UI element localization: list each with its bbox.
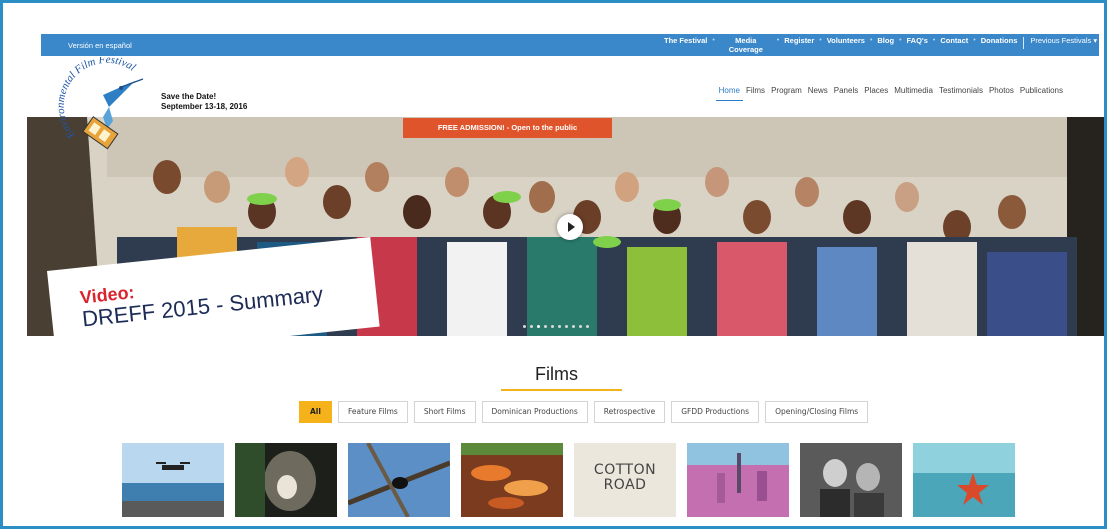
film-thumb-bird-on-branch[interactable] xyxy=(348,443,450,517)
slider-dot[interactable] xyxy=(579,325,582,328)
filter-gfdd-productions[interactable]: GFDD Productions xyxy=(671,401,760,423)
previous-festivals-dropdown[interactable]: Previous Festivals ▾ xyxy=(1030,34,1097,46)
films-heading: Films xyxy=(535,364,578,384)
save-date-line2: September 13-18, 2016 xyxy=(161,102,248,111)
film-thumb-cotton-road-poster[interactable]: COTTON ROAD xyxy=(574,443,676,517)
top-nav-media-coverage[interactable]: Media Coverage xyxy=(720,34,772,54)
nav-photos[interactable]: Photos xyxy=(986,86,1017,101)
festival-logo[interactable]: Environmental Film Festival xyxy=(51,54,161,167)
nav-testimonials[interactable]: Testimonials xyxy=(936,86,986,101)
separator-icon: • xyxy=(869,37,873,44)
top-nav-donations[interactable]: Donations xyxy=(981,34,1018,46)
main-nav: Home Films Program News Panels Places Mu… xyxy=(715,86,1066,101)
film-thumb-starfish-underwater[interactable] xyxy=(913,443,1015,517)
nav-panels[interactable]: Panels xyxy=(831,86,861,101)
save-date-line1: Save the Date! xyxy=(161,92,217,101)
nav-multimedia[interactable]: Multimedia xyxy=(891,86,936,101)
separator-icon: • xyxy=(712,37,715,44)
top-bar: Versión en español The Festival • Media … xyxy=(41,34,1099,56)
top-nav-faqs[interactable]: FAQ's xyxy=(907,34,928,46)
film-thumb-children-portrait[interactable] xyxy=(800,443,902,517)
filter-retrospective[interactable]: Retrospective xyxy=(593,401,666,423)
spanish-version-link[interactable]: Versión en español xyxy=(68,41,132,50)
top-nav: The Festival • Media Coverage • Register… xyxy=(664,34,1097,56)
filter-opening-closing-films[interactable]: Opening/Closing Films xyxy=(765,401,869,423)
nav-program[interactable]: Program xyxy=(768,86,805,101)
filter-short-films[interactable]: Short Films xyxy=(413,401,476,423)
play-icon[interactable] xyxy=(557,214,583,240)
cotton-road-text: COTTON ROAD xyxy=(593,462,657,493)
save-the-date: Save the Date! September 13-18, 2016 xyxy=(161,92,247,112)
top-nav-contact[interactable]: Contact xyxy=(940,34,968,46)
nav-news[interactable]: News xyxy=(805,86,831,101)
previous-festivals-label: Previous Festivals xyxy=(1030,36,1092,45)
nav-places[interactable]: Places xyxy=(861,86,891,101)
top-nav-register[interactable]: Register xyxy=(784,34,814,46)
nav-films[interactable]: Films xyxy=(743,86,768,101)
browser-frame: Versión en español The Festival • Media … xyxy=(0,0,1107,529)
slider-dot[interactable] xyxy=(544,325,547,328)
slider-dot[interactable] xyxy=(558,325,561,328)
divider xyxy=(1023,37,1025,49)
separator-icon: • xyxy=(973,37,976,44)
slider-dot[interactable] xyxy=(523,325,526,328)
nav-publications[interactable]: Publications xyxy=(1017,86,1066,101)
separator-icon: • xyxy=(899,37,902,44)
nav-home[interactable]: Home xyxy=(715,86,743,101)
slider-dot[interactable] xyxy=(565,325,568,328)
chevron-down-icon: ▾ xyxy=(1093,36,1098,45)
top-nav-festival[interactable]: The Festival xyxy=(664,34,707,46)
separator-icon: • xyxy=(776,37,780,44)
slider-dot[interactable] xyxy=(530,325,533,328)
separator-icon: • xyxy=(932,37,936,44)
film-thumb-drone-over-sea[interactable] xyxy=(122,443,224,517)
separator-icon: • xyxy=(819,37,822,44)
free-admission-banner[interactable]: FREE ADMISSION! - Open to the public xyxy=(403,118,612,138)
film-thumb-fish-market[interactable] xyxy=(461,443,563,517)
top-nav-volunteers[interactable]: Volunteers xyxy=(827,34,865,46)
slider-dots xyxy=(523,325,589,328)
slider-dot[interactable] xyxy=(572,325,575,328)
film-thumbnails: COTTON ROAD xyxy=(122,443,1015,517)
film-filters: All Feature Films Short Films Dominican … xyxy=(299,401,869,423)
filter-all[interactable]: All xyxy=(299,401,332,423)
filter-feature-films[interactable]: Feature Films xyxy=(337,401,408,423)
film-thumb-lion-roaring[interactable] xyxy=(235,443,337,517)
slider-dot[interactable] xyxy=(551,325,554,328)
film-thumb-city-aerial[interactable] xyxy=(687,443,789,517)
filter-dominican-productions[interactable]: Dominican Productions xyxy=(481,401,588,423)
slider-dot[interactable] xyxy=(537,325,540,328)
films-heading-underline xyxy=(501,389,622,391)
top-nav-blog[interactable]: Blog xyxy=(877,34,894,46)
slider-dot[interactable] xyxy=(586,325,589,328)
